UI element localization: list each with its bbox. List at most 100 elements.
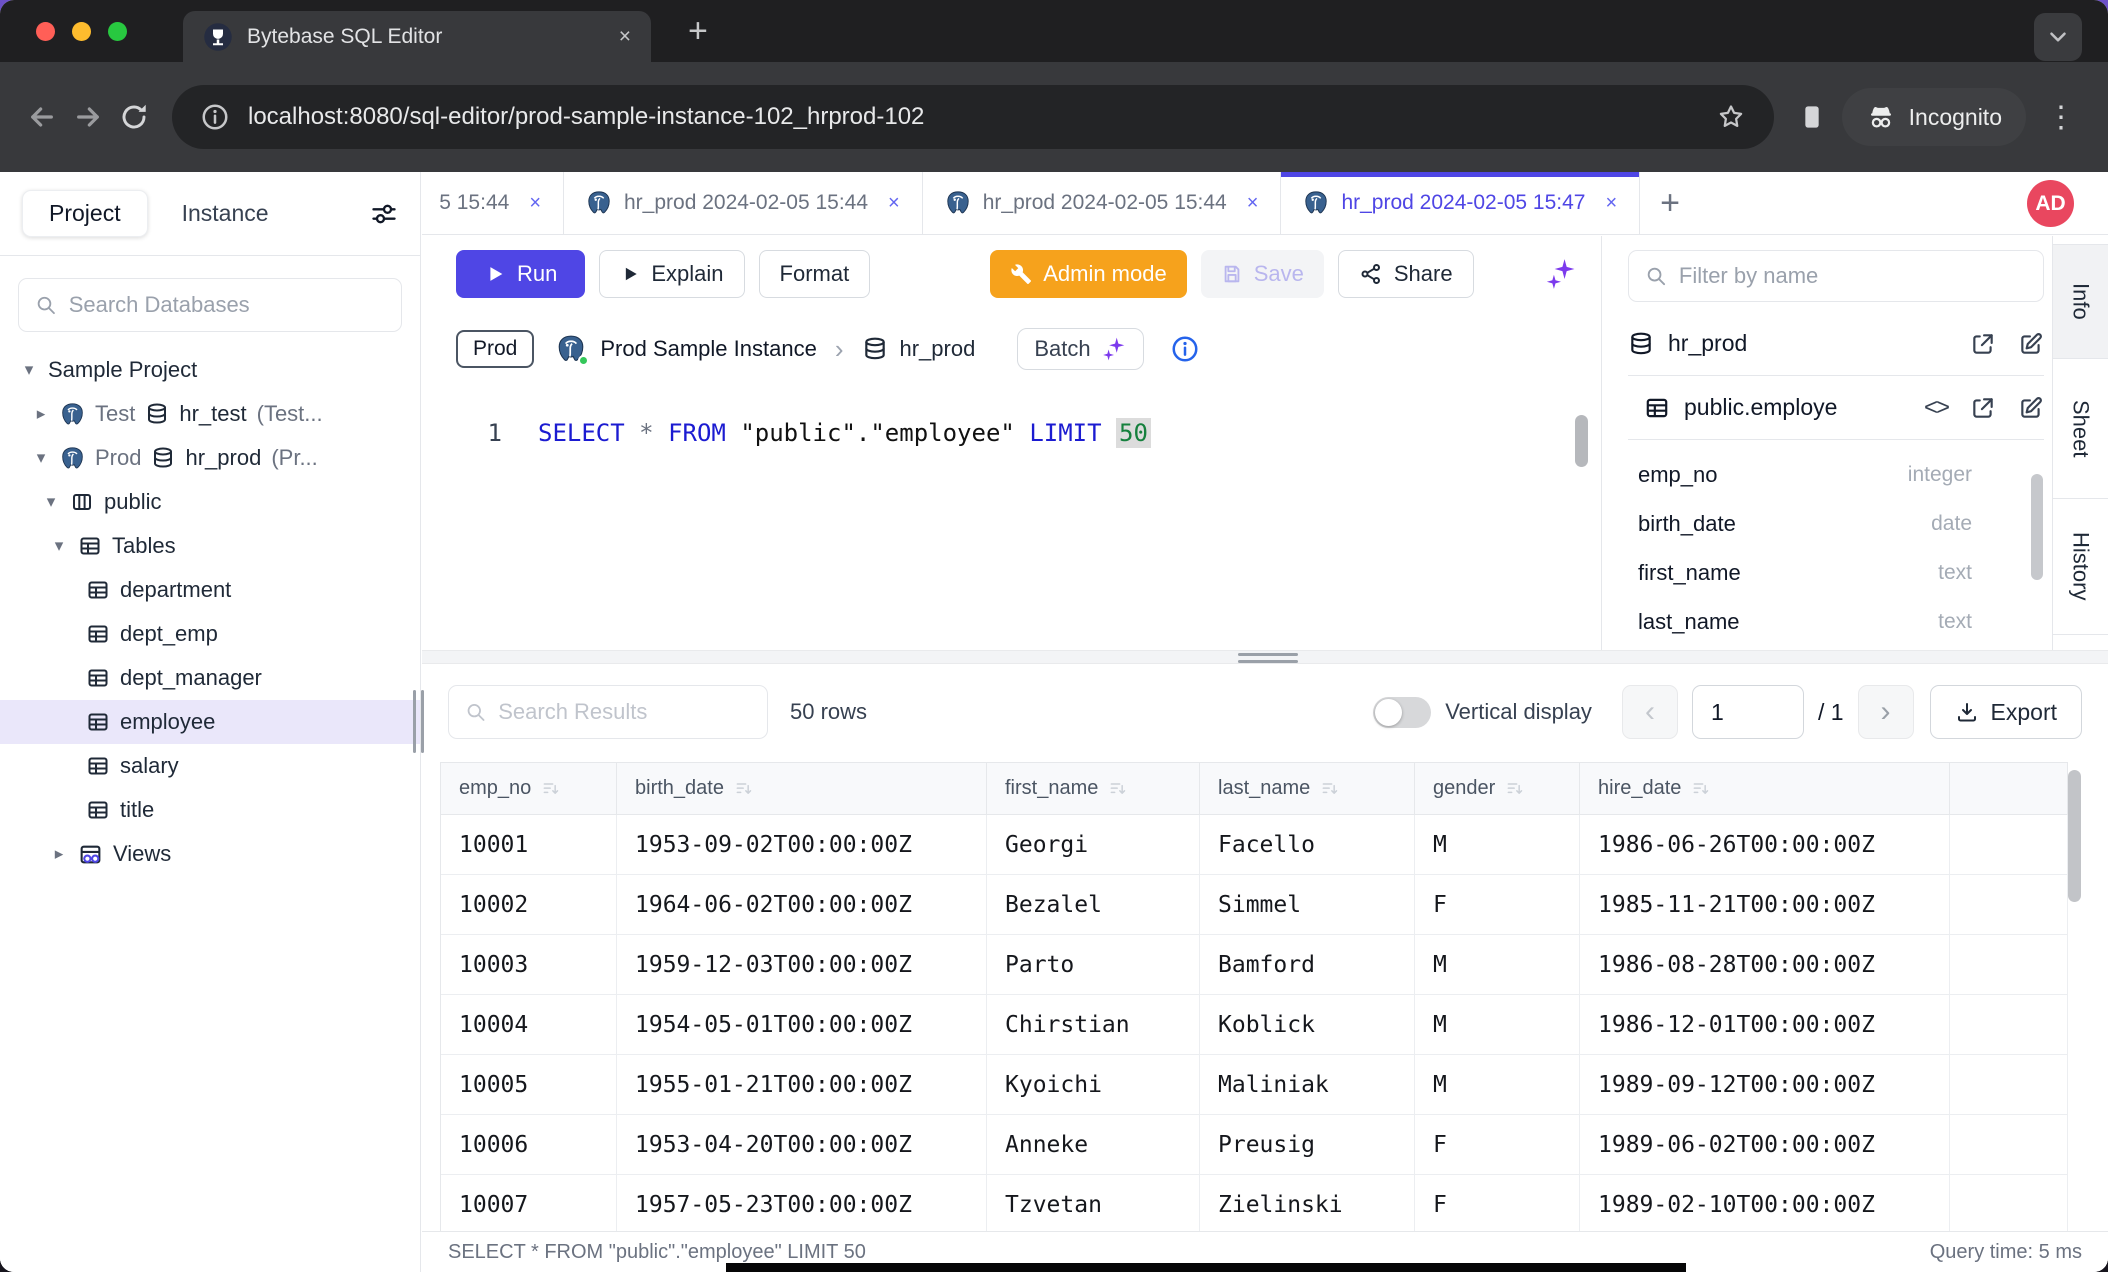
- cell[interactable]: F: [1415, 1175, 1580, 1235]
- close-tab-icon[interactable]: ×: [888, 192, 900, 215]
- cell[interactable]: M: [1415, 1055, 1580, 1115]
- prev-page-button[interactable]: ‹: [1622, 685, 1678, 739]
- column-row[interactable]: emp_no integer: [1638, 450, 2044, 499]
- cell[interactable]: 1989-02-10T00:00:00Z: [1580, 1175, 1950, 1235]
- cell[interactable]: Bamford: [1200, 935, 1415, 995]
- open-external-icon[interactable]: [1970, 331, 1996, 357]
- tab-search-button[interactable]: [2034, 13, 2082, 61]
- editor-tab-1[interactable]: 5 15:44 ×: [422, 172, 564, 234]
- new-query-tab-button[interactable]: +: [1640, 172, 1700, 234]
- format-button[interactable]: Format: [759, 250, 871, 298]
- vertical-display-toggle[interactable]: [1373, 697, 1431, 728]
- cell[interactable]: Maliniak: [1200, 1055, 1415, 1115]
- admin-mode-button[interactable]: Admin mode: [990, 250, 1187, 298]
- cell[interactable]: Georgi: [987, 815, 1200, 875]
- cell[interactable]: 1959-12-03T00:00:00Z: [617, 935, 987, 995]
- sql-code-area[interactable]: 1 SELECT * FROM "public"."employee" LIMI…: [422, 408, 1601, 458]
- cell[interactable]: Chirstian: [987, 995, 1200, 1055]
- splitter-drag-handle[interactable]: [1238, 653, 1298, 663]
- close-tab-icon[interactable]: ×: [1605, 192, 1617, 215]
- tab-project[interactable]: Project: [22, 190, 148, 237]
- filter-settings-icon[interactable]: [370, 200, 398, 228]
- export-button[interactable]: Export: [1930, 685, 2082, 739]
- sort-icon[interactable]: [1505, 779, 1525, 799]
- cell[interactable]: M: [1415, 815, 1580, 875]
- ai-sparkle-icon[interactable]: [1544, 257, 1578, 291]
- minimize-window-button[interactable]: [72, 22, 91, 41]
- site-info-icon[interactable]: [200, 102, 230, 132]
- cell[interactable]: 1989-06-02T00:00:00Z: [1580, 1115, 1950, 1175]
- table-row[interactable]: 100041954-05-01T00:00:00ZChirstianKoblic…: [441, 995, 2068, 1055]
- tab-info[interactable]: Info: [2053, 244, 2108, 359]
- open-external-icon[interactable]: [1970, 395, 1996, 421]
- database-search[interactable]: [18, 278, 402, 332]
- forward-icon[interactable]: [72, 101, 104, 133]
- results-scrollbar[interactable]: [2068, 770, 2081, 902]
- url-text[interactable]: localhost:8080/sql-editor/prod-sample-in…: [248, 103, 1698, 131]
- column-list-scrollbar[interactable]: [2031, 474, 2043, 580]
- cell[interactable]: Zielinski: [1200, 1175, 1415, 1235]
- tree-item-title[interactable]: title: [0, 788, 420, 832]
- cell[interactable]: 1957-05-23T00:00:00Z: [617, 1175, 987, 1235]
- results-splitter[interactable]: [422, 650, 2108, 664]
- cell[interactable]: Bezalel: [987, 875, 1200, 935]
- cell[interactable]: 1985-11-21T00:00:00Z: [1580, 875, 1950, 935]
- column-row[interactable]: last_name text: [1638, 597, 2044, 646]
- header-emp_no[interactable]: emp_no: [441, 763, 617, 815]
- schema-table-row[interactable]: public.employe <>: [1628, 376, 2044, 440]
- close-tab-icon[interactable]: ×: [529, 192, 541, 215]
- caret-down-icon[interactable]: ▾: [32, 448, 50, 468]
- header-first_name[interactable]: first_name: [987, 763, 1200, 815]
- results-search-field[interactable]: [448, 685, 768, 739]
- caret-down-icon[interactable]: ▾: [20, 360, 38, 380]
- cell[interactable]: M: [1415, 935, 1580, 995]
- caret-down-icon[interactable]: ▾: [42, 492, 60, 512]
- tab-instance[interactable]: Instance: [182, 200, 269, 227]
- side-panel-icon[interactable]: [1796, 101, 1828, 133]
- cell[interactable]: 10003: [441, 935, 617, 995]
- tree-item-public-schema[interactable]: ▾ public: [0, 480, 420, 524]
- cell[interactable]: 1955-01-21T00:00:00Z: [617, 1055, 987, 1115]
- next-page-button[interactable]: ›: [1858, 685, 1914, 739]
- explain-button[interactable]: Explain: [599, 250, 744, 298]
- filter-by-name-input[interactable]: [1679, 263, 2027, 289]
- cell[interactable]: 1954-05-01T00:00:00Z: [617, 995, 987, 1055]
- cell[interactable]: Kyoichi: [987, 1055, 1200, 1115]
- instance-name[interactable]: Prod Sample Instance: [600, 336, 816, 362]
- zoom-window-button[interactable]: [108, 22, 127, 41]
- cell[interactable]: Parto: [987, 935, 1200, 995]
- close-window-button[interactable]: [36, 22, 55, 41]
- sort-icon[interactable]: [1108, 779, 1128, 799]
- cell[interactable]: 1953-04-20T00:00:00Z: [617, 1115, 987, 1175]
- sort-icon[interactable]: [1320, 779, 1340, 799]
- table-row[interactable]: 100021964-06-02T00:00:00ZBezalelSimmelF1…: [441, 875, 2068, 935]
- table-row[interactable]: 100071957-05-23T00:00:00ZTzvetanZielinsk…: [441, 1175, 2068, 1235]
- header-hire_date[interactable]: hire_date: [1580, 763, 1950, 815]
- cell[interactable]: 10006: [441, 1115, 617, 1175]
- column-row[interactable]: birth_date date: [1638, 499, 2044, 548]
- info-circle-icon[interactable]: [1170, 334, 1200, 364]
- avatar[interactable]: AD: [2027, 180, 2074, 227]
- cell[interactable]: F: [1415, 1115, 1580, 1175]
- caret-right-icon[interactable]: ▸: [50, 844, 68, 864]
- reload-icon[interactable]: [118, 101, 150, 133]
- cell[interactable]: Koblick: [1200, 995, 1415, 1055]
- tree-item-views[interactable]: ▸ Views: [0, 832, 420, 876]
- caret-down-icon[interactable]: ▾: [50, 536, 68, 556]
- batch-button[interactable]: Batch: [1017, 328, 1143, 370]
- run-button[interactable]: Run: [456, 250, 585, 298]
- cell[interactable]: 1964-06-02T00:00:00Z: [617, 875, 987, 935]
- editor-scrollbar[interactable]: [1575, 415, 1588, 467]
- sidebar-resize-handle[interactable]: [413, 690, 424, 753]
- share-button[interactable]: Share: [1338, 250, 1474, 298]
- page-number-input[interactable]: [1692, 685, 1804, 739]
- tree-item-tables[interactable]: ▾ Tables: [0, 524, 420, 568]
- bookmark-star-icon[interactable]: [1716, 102, 1746, 132]
- back-icon[interactable]: [26, 101, 58, 133]
- search-results-input[interactable]: [498, 699, 751, 725]
- cell[interactable]: 10005: [441, 1055, 617, 1115]
- cell[interactable]: Preusig: [1200, 1115, 1415, 1175]
- cell[interactable]: Facello: [1200, 815, 1415, 875]
- sort-icon[interactable]: [1691, 779, 1711, 799]
- sort-icon[interactable]: [541, 779, 561, 799]
